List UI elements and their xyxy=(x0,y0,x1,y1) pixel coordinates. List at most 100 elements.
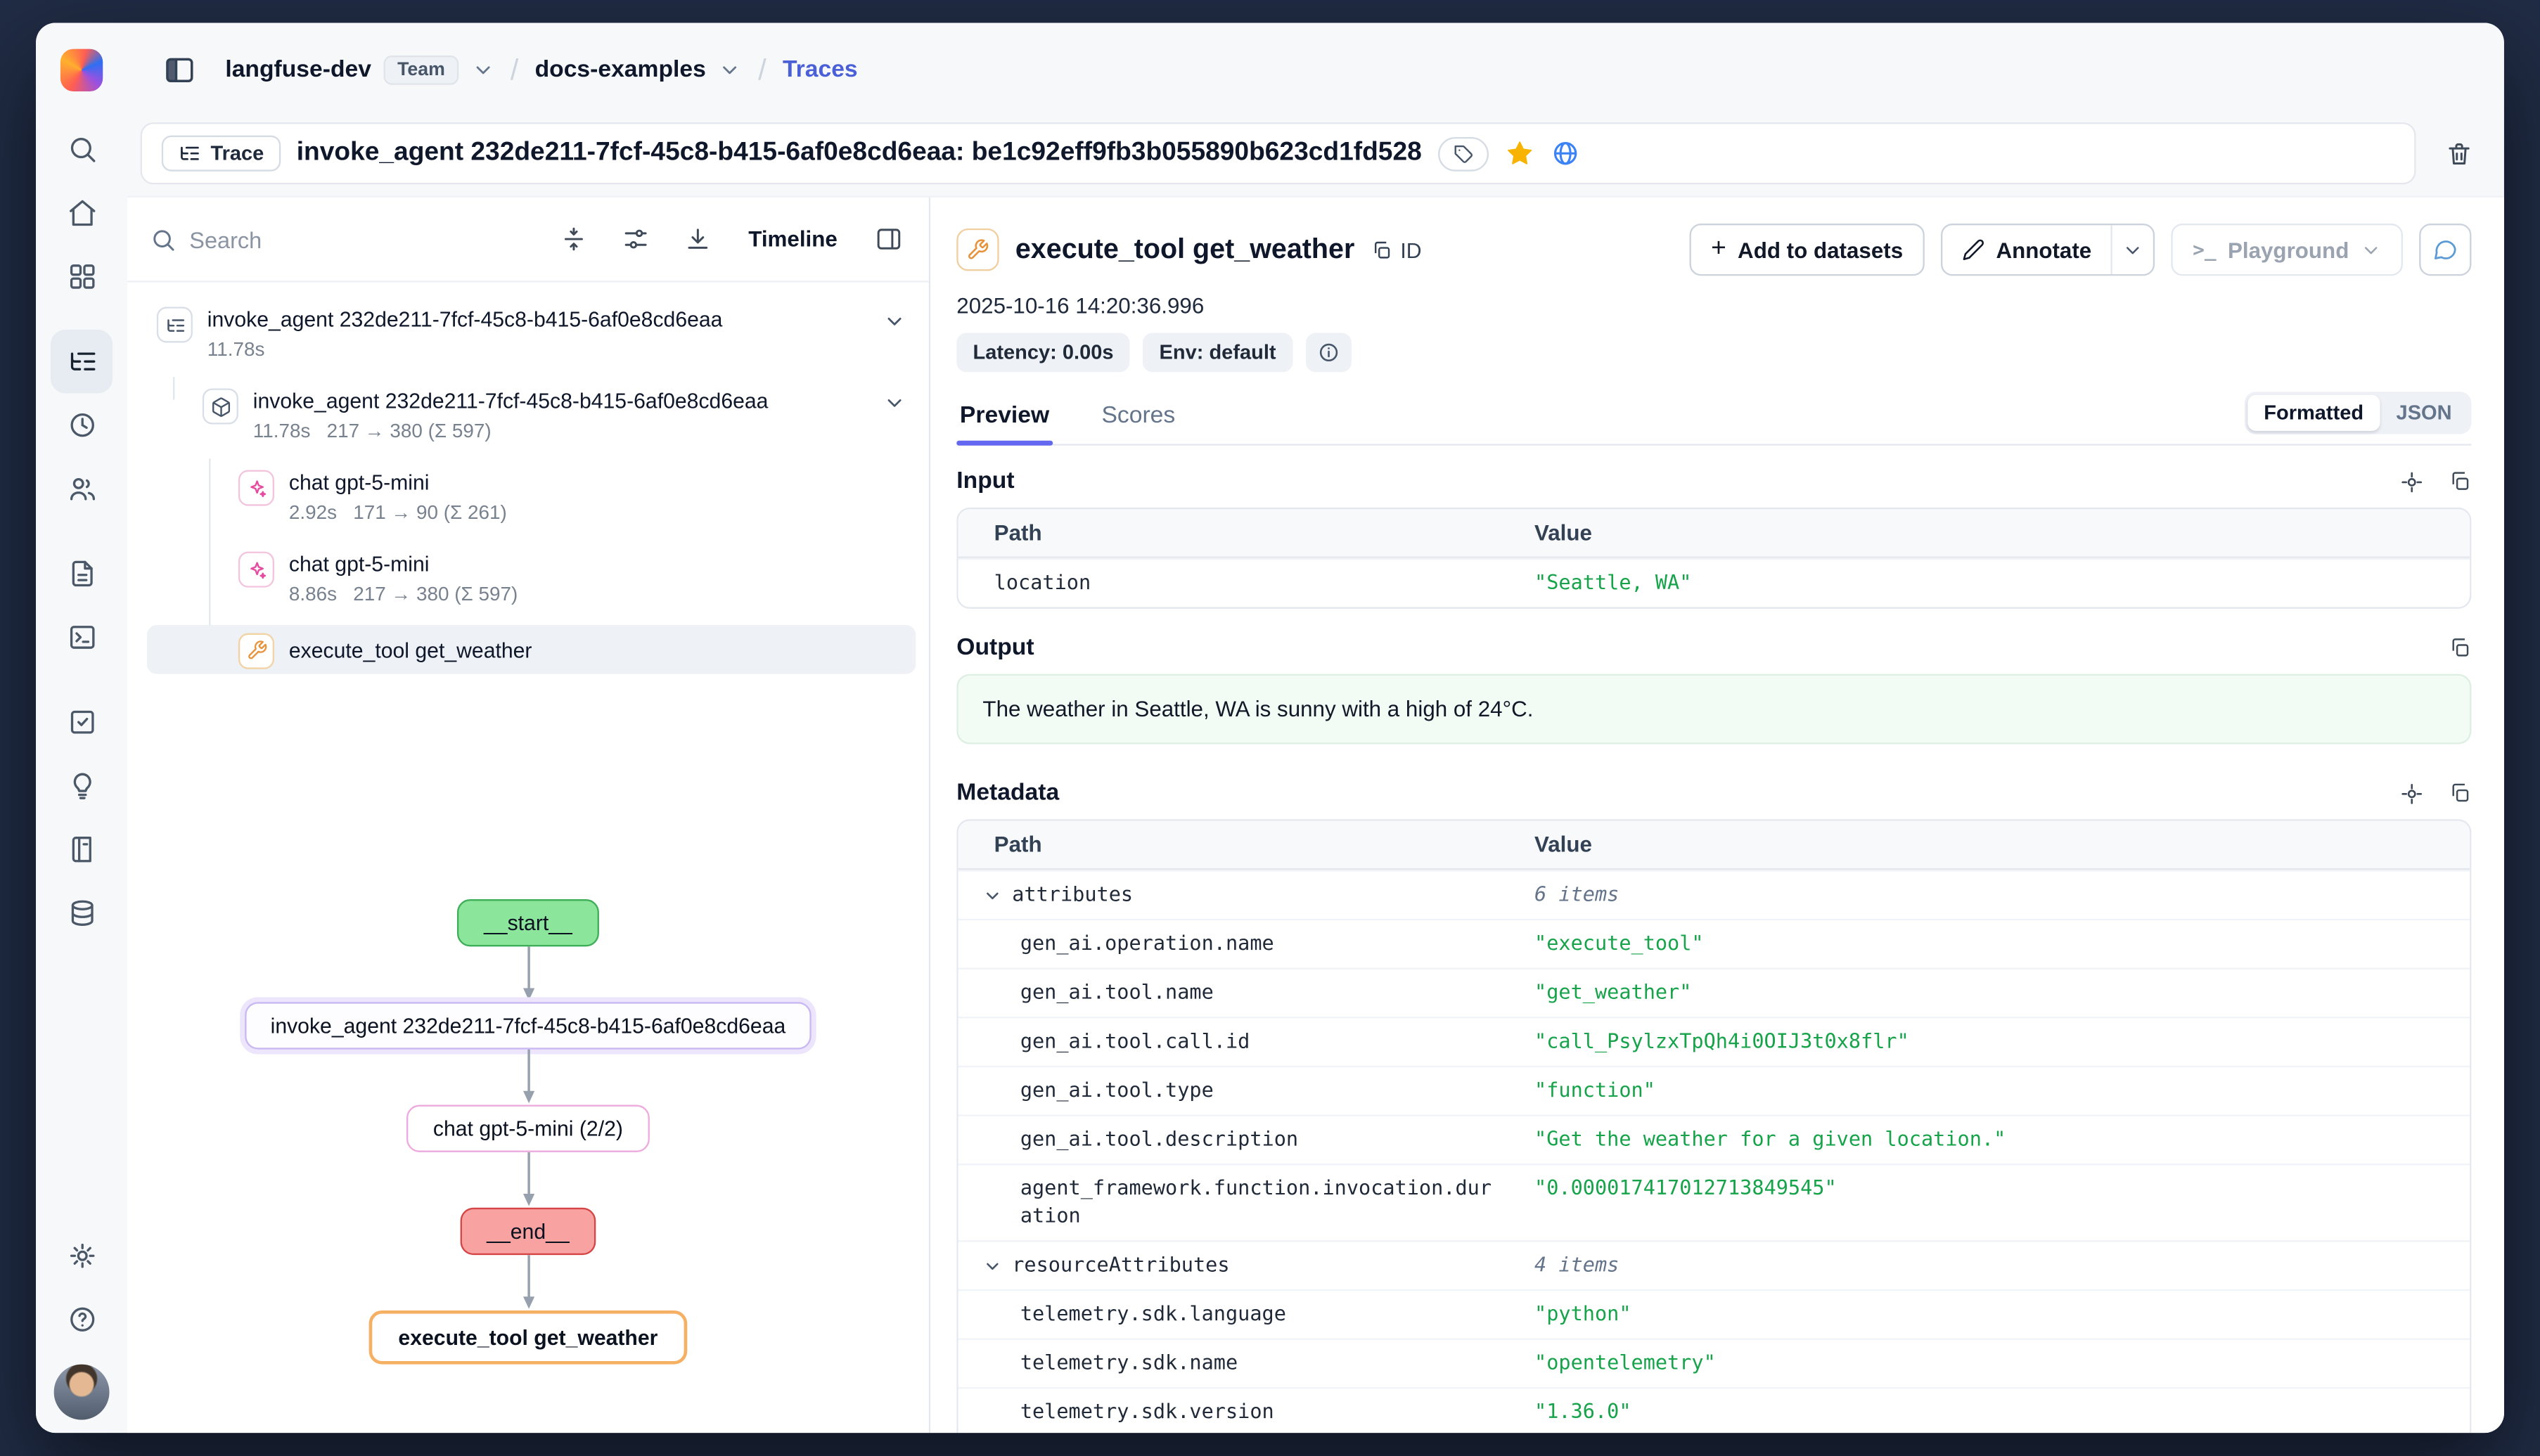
collapse-panel-icon[interactable] xyxy=(864,214,913,264)
rail-home-icon[interactable] xyxy=(51,181,113,245)
tree-row-generation[interactable]: chat gpt-5-mini 2.92s171 → 90 (Σ 261) xyxy=(147,462,916,543)
rail-evaluations-icon[interactable] xyxy=(51,690,113,754)
metadata-row: gen_ai.tool.type"function" xyxy=(958,1066,2470,1115)
tag-icon[interactable] xyxy=(1438,136,1489,171)
graph-node-start[interactable]: __start__ xyxy=(458,899,598,946)
graph-edge xyxy=(520,1255,536,1310)
tab-preview[interactable]: Preview xyxy=(956,393,1053,444)
graph-node-chat[interactable]: chat gpt-5-mini (2/2) xyxy=(407,1105,649,1152)
download-icon[interactable] xyxy=(673,214,722,264)
trace-header-row: Trace invoke_agent 232de211-7fcf-45c8-b4… xyxy=(127,117,2504,195)
copy-icon[interactable] xyxy=(2449,636,2471,659)
breadcrumb-separator: / xyxy=(755,53,769,87)
chevron-down-icon[interactable] xyxy=(883,305,906,333)
graph-edge xyxy=(520,946,536,1002)
tree-row-generation[interactable]: chat gpt-5-mini 8.86s217 → 380 (Σ 597) xyxy=(147,543,916,625)
graph-node-invoke-agent[interactable]: invoke_agent 232de211-7fcf-45c8-b415-6af… xyxy=(244,1002,812,1049)
filter-settings-icon[interactable] xyxy=(611,214,660,264)
table-header: Path Value xyxy=(958,509,2470,558)
annotate-split-button: Annotate xyxy=(1941,224,2155,276)
trace-icon xyxy=(178,142,200,165)
observation-detail-panel: execute_tool get_weather ID + Add to dat… xyxy=(930,198,2504,1433)
annotate-button[interactable]: Annotate xyxy=(1942,225,2111,274)
detail-tabs: Preview Scores Formatted JSON xyxy=(956,392,2471,446)
comments-button[interactable] xyxy=(2419,224,2471,276)
rail-prompts-icon[interactable] xyxy=(51,542,113,606)
chevron-down-icon[interactable] xyxy=(883,387,906,414)
trace-graph: __start__ invoke_agent 232de211-7fcf-45c… xyxy=(127,837,929,1433)
graph-edge xyxy=(520,1152,536,1208)
format-toggle: Formatted JSON xyxy=(2244,392,2471,434)
table-header: Path Value xyxy=(958,821,2470,870)
settings-icon[interactable] xyxy=(51,1224,113,1288)
rail-datasets-icon[interactable] xyxy=(51,882,113,946)
format-formatted[interactable]: Formatted xyxy=(2247,395,2380,431)
tree-row-tool-selected[interactable]: execute_tool get_weather xyxy=(147,625,916,674)
chevron-down-icon xyxy=(2361,239,2382,260)
graph-node-end[interactable]: __end__ xyxy=(461,1208,596,1255)
top-navigation: langfuse-dev Team / docs-examples / Trac… xyxy=(127,22,2504,117)
rail-playground-icon[interactable] xyxy=(51,605,113,669)
info-icon[interactable] xyxy=(1305,333,1351,373)
plus-icon: + xyxy=(1711,237,1726,263)
playground-button[interactable]: >_ Playground xyxy=(2172,224,2403,276)
support-icon[interactable] xyxy=(51,1288,113,1352)
workspace-type-badge: Team xyxy=(385,56,458,85)
copy-icon[interactable] xyxy=(2449,781,2471,806)
metadata-group-row[interactable]: resourceAttributes 4 items xyxy=(958,1240,2470,1289)
expand-collapse-icon[interactable] xyxy=(549,214,598,264)
globe-icon[interactable] xyxy=(1551,138,1580,168)
pencil-icon xyxy=(1962,238,1984,261)
format-json[interactable]: JSON xyxy=(2380,395,2468,431)
tree-row-trace[interactable]: invoke_agent 232de211-7fcf-45c8-b415-6af… xyxy=(147,299,916,380)
output-value: The weather in Seattle, WA is sunny with… xyxy=(956,674,2471,745)
input-row: location "Seattle, WA" xyxy=(958,558,2470,607)
delete-trace-button[interactable] xyxy=(2429,124,2488,183)
tree-toolbar: Search Timeline xyxy=(127,198,929,283)
sidebar-toggle-icon[interactable] xyxy=(157,47,203,93)
trace-icon xyxy=(157,307,193,342)
project-name[interactable]: docs-examples xyxy=(535,57,706,83)
user-avatar[interactable] xyxy=(54,1365,110,1420)
chevron-down-icon[interactable] xyxy=(471,59,494,82)
focus-icon[interactable] xyxy=(2399,469,2424,494)
tree-row-agent[interactable]: invoke_agent 232de211-7fcf-45c8-b415-6af… xyxy=(147,380,916,462)
chevron-down-icon[interactable] xyxy=(719,59,741,82)
add-to-datasets-button[interactable]: + Add to datasets xyxy=(1690,224,1924,276)
trace-title: invoke_agent 232de211-7fcf-45c8-b415-6af… xyxy=(297,138,1422,168)
breadcrumb-separator: / xyxy=(507,53,522,87)
rail-insights-icon[interactable] xyxy=(51,754,113,818)
detail-content: Input Path Value location " xyxy=(956,446,2471,1433)
input-section-title: Input xyxy=(956,468,1014,494)
annotate-dropdown-chevron[interactable] xyxy=(2111,225,2153,274)
copy-icon[interactable] xyxy=(2449,469,2471,494)
observation-timestamp: 2025-10-16 14:20:36.996 xyxy=(956,294,2471,318)
env-badge: Env: default xyxy=(1143,333,1293,373)
workspace-name[interactable]: langfuse-dev xyxy=(225,57,371,83)
timeline-toggle[interactable]: Timeline xyxy=(736,227,851,252)
rail-sessions-icon[interactable] xyxy=(51,393,113,457)
chevron-down-icon xyxy=(982,885,1002,905)
rail-search-icon[interactable] xyxy=(51,117,113,181)
observation-tree: invoke_agent 232de211-7fcf-45c8-b415-6af… xyxy=(127,283,929,837)
metadata-group-row[interactable]: attributes 6 items xyxy=(958,870,2470,919)
metadata-row: agent_framework.function.invocation.dura… xyxy=(958,1164,2470,1240)
breadcrumb-page-traces[interactable]: Traces xyxy=(783,57,858,83)
tab-scores[interactable]: Scores xyxy=(1098,393,1179,444)
copy-id-button[interactable]: ID xyxy=(1371,238,1422,262)
rail-annotations-icon[interactable] xyxy=(51,818,113,882)
comment-icon xyxy=(2432,237,2458,263)
generation-icon xyxy=(238,552,274,588)
rail-dashboard-icon[interactable] xyxy=(51,245,113,309)
star-icon[interactable] xyxy=(1505,138,1534,168)
focus-icon[interactable] xyxy=(2399,781,2424,806)
search-input[interactable]: Search xyxy=(189,226,536,252)
rail-traces-icon[interactable] xyxy=(51,330,113,394)
metadata-row: telemetry.sdk.version"1.36.0" xyxy=(958,1387,2470,1433)
langfuse-logo[interactable] xyxy=(60,49,103,91)
metadata-row: telemetry.sdk.language"python" xyxy=(958,1289,2470,1339)
breadcrumb: langfuse-dev Team / docs-examples / Trac… xyxy=(225,53,857,87)
rail-users-icon[interactable] xyxy=(51,457,113,521)
graph-node-execute-tool[interactable]: execute_tool get_weather xyxy=(369,1310,688,1365)
generation-icon xyxy=(238,470,274,506)
